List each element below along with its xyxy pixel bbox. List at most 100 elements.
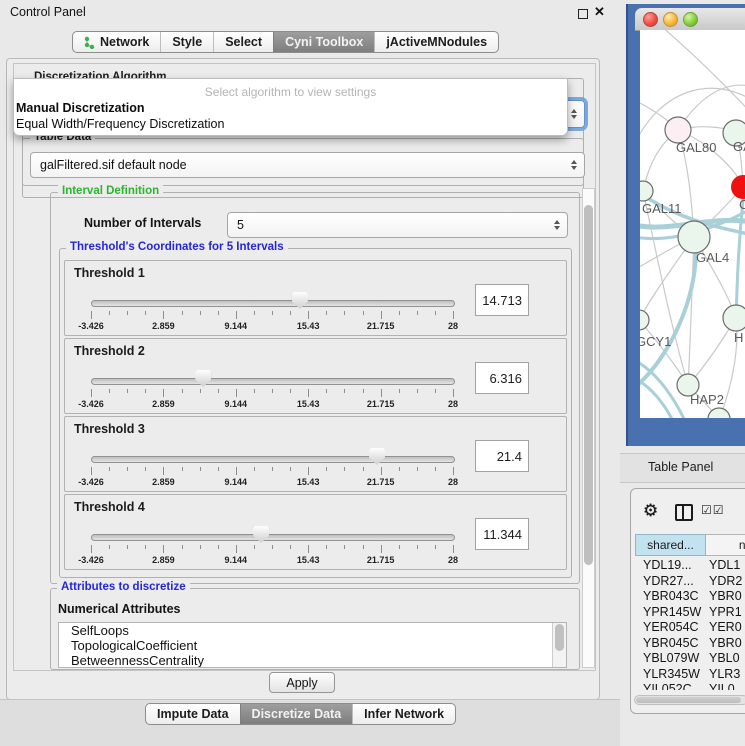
zoom-window-button[interactable] — [683, 12, 698, 27]
table-row[interactable]: YDL19...YDL1 — [635, 558, 745, 574]
slider-tick-icon — [363, 311, 364, 315]
table-row[interactable]: YBL079WYBL0 — [635, 651, 745, 667]
network-edge[interactable] — [643, 191, 688, 385]
algorithm-option[interactable]: Manual Discretization — [16, 101, 145, 115]
table-hscrollbar-thumb[interactable] — [636, 697, 741, 703]
network-node-label: GCY1 — [640, 334, 671, 349]
table-data-value: galFiltered.sif default node — [40, 158, 187, 172]
tab-jactivemnodules[interactable]: jActiveMNodules — [374, 32, 498, 52]
network-node[interactable] — [731, 175, 745, 199]
slider-track[interactable] — [91, 300, 455, 307]
slider-tick-icon — [145, 311, 146, 315]
tab-infer-network[interactable]: Infer Network — [352, 704, 455, 724]
column-layout-icon[interactable] — [675, 504, 693, 521]
tab-label: Cyni Toolbox — [285, 35, 363, 49]
slider-tick-icon — [326, 545, 327, 549]
network-edge[interactable] — [688, 237, 694, 385]
attribute-list-item[interactable]: SelfLoops — [59, 623, 566, 638]
tab-impute-data[interactable]: Impute Data — [146, 704, 240, 724]
slider-tick-icon — [453, 389, 454, 397]
threshold-box: Threshold 4-3.4262.8599.14415.4321.71528… — [64, 494, 567, 570]
cyni-toolbox-panel: Discretization Algorithm Table Data galF… — [6, 58, 600, 700]
tab-discretize-data[interactable]: Discretize Data — [240, 704, 353, 724]
table-cell: YER0 — [709, 620, 742, 634]
table-data-combo[interactable]: galFiltered.sif default node — [30, 152, 585, 178]
slider-tick-icon — [308, 389, 309, 397]
close-window-button[interactable] — [643, 12, 658, 27]
network-node[interactable] — [640, 181, 653, 201]
minimize-window-button[interactable] — [663, 12, 678, 27]
top-tab-bar: NetworkStyleSelect Cyni Toolbox jActiveMNo… — [72, 31, 499, 53]
threshold-value-field[interactable]: 14.713 — [475, 284, 529, 316]
threshold-value-field[interactable]: 21.4 — [475, 440, 529, 472]
table-header-shared[interactable]: shared... — [635, 534, 706, 556]
slider-tick-icon — [218, 545, 219, 549]
network-window: GAL80GACGAL11GAL4GCY1HHAP2 — [626, 4, 745, 446]
network-node[interactable] — [678, 221, 710, 253]
table-row[interactable]: YBR043CYBR0 — [635, 589, 745, 605]
combo-stepper-icon — [571, 109, 577, 119]
table-row[interactable]: YIL052CYIL0 — [635, 682, 745, 690]
gear-icon[interactable]: ⚙ — [643, 501, 658, 521]
slider-tick-icon — [218, 389, 219, 393]
slider-tick-icon — [290, 389, 291, 393]
float-panel-icon[interactable] — [578, 9, 588, 19]
attribute-list-item[interactable]: BetweennessCentrality — [59, 653, 566, 668]
slider-track[interactable] — [91, 456, 455, 463]
table-header-name[interactable]: na — [706, 534, 745, 556]
interval-group-label: Interval Definition — [58, 185, 163, 197]
algorithm-popup-hint: Select algorithm to view settings — [14, 85, 567, 99]
slider-track[interactable] — [91, 378, 455, 385]
table-row[interactable]: YER054C YER0 — [635, 620, 745, 636]
tab-network[interactable]: Network — [73, 32, 160, 52]
network-edge[interactable] — [660, 30, 745, 115]
settings-scrollbar[interactable] — [582, 188, 595, 668]
network-window-titlebar[interactable] — [635, 8, 745, 31]
table-row[interactable]: YLR345WYLR3 — [635, 667, 745, 683]
slider-tick-icon — [145, 545, 146, 549]
network-node[interactable] — [723, 305, 745, 331]
slider-track[interactable] — [91, 534, 455, 541]
slider-tick-icon — [236, 311, 237, 319]
list-scrollbar[interactable] — [552, 623, 566, 667]
table-row[interactable]: YBR045CYBR0 — [635, 636, 745, 652]
slider-tick-icon — [272, 545, 273, 549]
slider-tick-icon — [326, 311, 327, 315]
slider-tick-icon — [109, 545, 110, 549]
table-panel-title: Table Panel — [648, 460, 713, 474]
table-row[interactable]: YDR27...YDR2 — [635, 574, 745, 590]
table-cell: YBL079W — [643, 651, 699, 665]
slider-tick-icon — [200, 311, 201, 315]
network-canvas[interactable]: GAL80GACGAL11GAL4GCY1HHAP2 — [640, 30, 745, 418]
num-intervals-combo[interactable]: 5 — [227, 212, 568, 238]
settings-scrollbar-thumb[interactable] — [584, 205, 593, 565]
tab-cyni-toolbox[interactable]: Cyni Toolbox — [273, 32, 374, 52]
tab-label: jActiveMNodules — [386, 35, 487, 49]
slider-tick-icon — [344, 389, 345, 393]
algorithm-option[interactable]: Equal Width/Frequency Discretization — [16, 117, 224, 131]
threshold-value-field[interactable]: 6.316 — [475, 362, 529, 394]
attribute-list-item[interactable]: TopologicalCoefficient — [59, 638, 566, 653]
slider-tick-icon — [254, 389, 255, 393]
slider-tick-icon — [399, 311, 400, 315]
close-panel-icon[interactable]: ✕ — [594, 4, 605, 20]
checkbox-icons[interactable]: ☑☑ — [701, 503, 725, 517]
right-panel: GAL80GACGAL11GAL4GCY1HHAP2 Table Panel ⚙… — [620, 0, 745, 745]
network-node[interactable] — [640, 310, 649, 330]
slider-tick-icon — [381, 545, 382, 553]
table-row[interactable]: YPR145WYPR1 — [635, 605, 745, 621]
network-edge-highlighted[interactable] — [640, 242, 696, 388]
slider-tick-icon — [109, 389, 110, 393]
table-cell: YBR0 — [709, 636, 742, 650]
network-edge-highlighted[interactable] — [640, 378, 672, 418]
slider-tick-icon — [363, 545, 364, 549]
table-cell: YER054C — [643, 620, 699, 634]
list-scrollbar-thumb[interactable] — [555, 624, 564, 651]
table-hscrollbar[interactable] — [634, 695, 745, 705]
tab-select[interactable]: Select — [213, 32, 273, 52]
tab-style[interactable]: Style — [160, 32, 213, 52]
apply-button[interactable]: Apply — [269, 672, 335, 693]
num-intervals-label: Number of Intervals — [84, 216, 201, 230]
tick-label: -3.426 — [69, 477, 113, 487]
threshold-value-field[interactable]: 11.344 — [475, 518, 529, 550]
